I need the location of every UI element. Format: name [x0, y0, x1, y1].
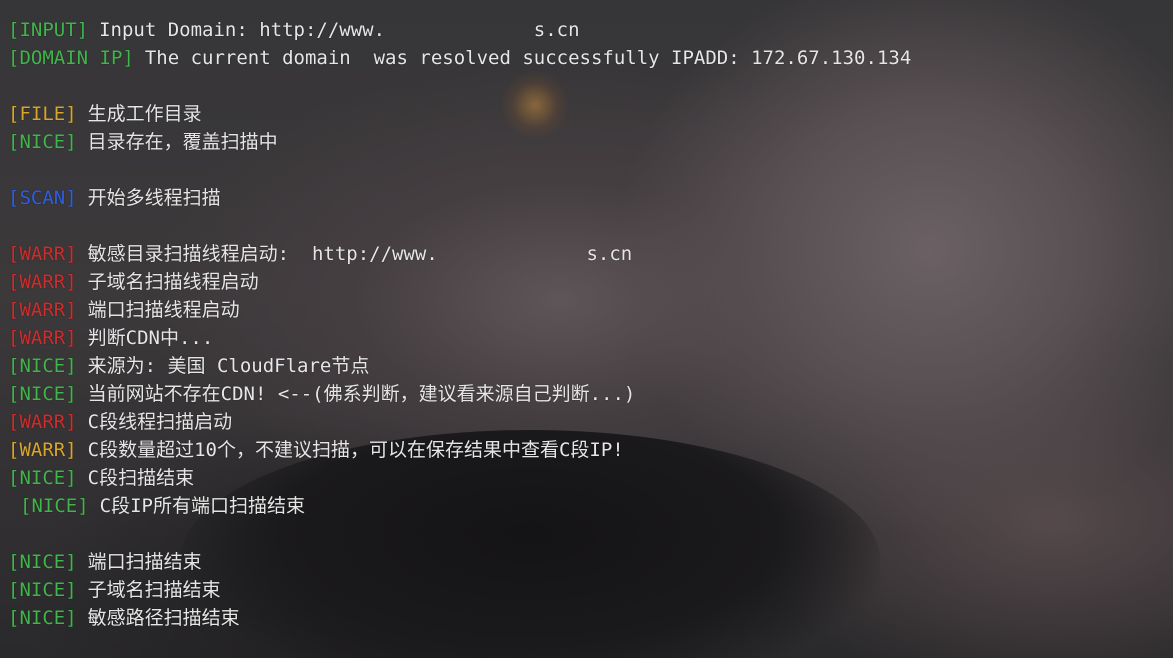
line-tag: [NICE]	[8, 551, 77, 573]
line-text: C段线程扫描启动	[87, 411, 233, 433]
line-text: Input Domain: http://www. s.cn	[99, 19, 580, 41]
terminal-line: [SCAN] 开始多线程扫描	[8, 184, 1173, 212]
line-text: 来源为: 美国 CloudFlare节点	[87, 355, 370, 377]
line-tag: [WARR]	[8, 327, 77, 349]
line-text: 判断CDN中...	[87, 327, 214, 349]
line-text: 端口扫描线程启动	[87, 299, 240, 321]
terminal-line: [NICE] C段IP所有端口扫描结束	[8, 492, 1173, 520]
terminal-line: [FILE] 生成工作目录	[8, 100, 1173, 128]
terminal-line: [DOMAIN IP] The current domain was resolv…	[8, 44, 1173, 72]
line-text: 敏感目录扫描线程启动: http://www. s.cn	[87, 243, 633, 265]
line-tag: [NICE]	[8, 467, 77, 489]
terminal-line: [NICE] 端口扫描结束	[8, 548, 1173, 576]
line-text: 当前网站不存在CDN! <--(佛系判断，建议看来源自己判断...)	[87, 383, 636, 405]
line-text: 子域名扫描线程启动	[87, 271, 259, 293]
terminal-line: [NICE] 目录存在，覆盖扫描中	[8, 128, 1173, 156]
line-tag: [NICE]	[8, 355, 77, 377]
line-text: 开始多线程扫描	[87, 187, 221, 209]
line-tag: [WARR]	[8, 271, 77, 293]
terminal-line: [WARR] 端口扫描线程启动	[8, 296, 1173, 324]
terminal-line: [NICE] C段扫描结束	[8, 464, 1173, 492]
line-tag: [WARR]	[8, 439, 77, 461]
line-tag: [NICE]	[20, 495, 89, 517]
line-text: 目录存在，覆盖扫描中	[87, 131, 278, 153]
terminal-output[interactable]: [INPUT] Input Domain: http://www. s.cn [D…	[0, 0, 1173, 658]
line-tag: [WARR]	[8, 243, 77, 265]
line-text: 生成工作目录	[87, 103, 202, 125]
line-text: 子域名扫描结束	[87, 579, 221, 601]
terminal-line: [NICE] 当前网站不存在CDN! <--(佛系判断，建议看来源自己判断...)	[8, 380, 1173, 408]
line-text: 敏感路径扫描结束	[87, 607, 240, 629]
terminal-line: [NICE] 敏感路径扫描结束	[8, 604, 1173, 632]
terminal-line: [WARR] C段线程扫描启动	[8, 408, 1173, 436]
line-tag: [WARR]	[8, 411, 77, 433]
line-tag: [INPUT]	[8, 19, 89, 41]
line-text: C段数量超过10个，不建议扫描，可以在保存结果中查看C段IP!	[87, 439, 624, 461]
terminal-line: [WARR] 敏感目录扫描线程启动: http://www. s.cn	[8, 240, 1173, 268]
line-text: 端口扫描结束	[87, 551, 202, 573]
terminal-line: [NICE] 来源为: 美国 CloudFlare节点	[8, 352, 1173, 380]
line-text: C段扫描结束	[87, 467, 195, 489]
line-tag: [NICE]	[8, 607, 77, 629]
line-tag: [NICE]	[8, 579, 77, 601]
line-tag: [SCAN]	[8, 187, 77, 209]
terminal-line: [NICE] 子域名扫描结束	[8, 576, 1173, 604]
line-tag: [FILE]	[8, 103, 77, 125]
terminal-line: [INPUT] Input Domain: http://www. s.cn	[8, 16, 1173, 44]
line-tag: [WARR]	[8, 299, 77, 321]
line-tag: [DOMAIN IP]	[8, 47, 134, 69]
terminal-line: [WARR] 子域名扫描线程启动	[8, 268, 1173, 296]
line-tag: [NICE]	[8, 131, 77, 153]
line-tag: [NICE]	[8, 383, 77, 405]
line-text: C段IP所有端口扫描结束	[99, 495, 305, 517]
line-text: The current domain was resolved successf…	[144, 47, 912, 69]
terminal-line: [WARR] C段数量超过10个，不建议扫描，可以在保存结果中查看C段IP!	[8, 436, 1173, 464]
terminal-line: [WARR] 判断CDN中...	[8, 324, 1173, 352]
